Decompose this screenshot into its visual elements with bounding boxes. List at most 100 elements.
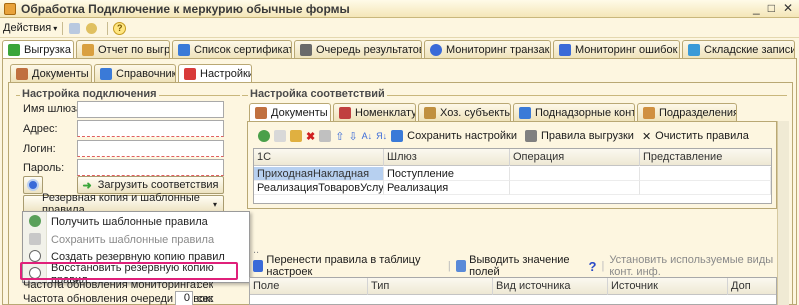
minimize-button[interactable]: _ (753, 1, 760, 15)
toolbar-user-icon[interactable] (85, 22, 98, 35)
sort-desc-icon[interactable]: Я↓ (376, 131, 387, 141)
nomenclature-icon (339, 106, 351, 119)
supervised-icon (519, 106, 531, 119)
queue-icon (300, 43, 312, 56)
arrow-right-icon: ➜ (82, 179, 92, 192)
upload-rules-icon (524, 130, 537, 142)
documents-icon (255, 107, 267, 119)
delete-icon[interactable]: ✖ (306, 130, 315, 143)
column-header-gateway[interactable]: Шлюз (384, 149, 510, 166)
window-title: Обработка Подключение к меркурию обычные… (21, 1, 350, 16)
show-fields-button[interactable]: Выводить значение полей (469, 254, 585, 278)
tab-upload-report[interactable]: Отчет по выгрузке (76, 40, 170, 58)
tab-settings[interactable]: Настройки (178, 64, 252, 83)
tab-certificates[interactable]: Список сертификатов... (172, 40, 292, 58)
get-template-icon (29, 215, 41, 227)
close-button[interactable]: ✕ (783, 1, 793, 15)
column-header-1c[interactable]: 1С (254, 149, 384, 166)
column-header-type[interactable]: Тип (368, 278, 493, 295)
move-up-icon[interactable]: ⇧ (335, 130, 344, 143)
warehouse-icon (688, 43, 700, 56)
edit-icon[interactable] (290, 130, 302, 142)
toolbar-separator: | (601, 260, 605, 272)
tab-mapping-entities[interactable]: Хоз. субъекты (418, 103, 511, 121)
gateway-label: Имя шлюза: (23, 103, 86, 115)
splitter-dots: .. (253, 244, 260, 256)
password-label: Пароль: (23, 162, 65, 174)
mapping-group-title: Настройка соответствий (248, 88, 387, 100)
move-rules-button[interactable]: Перенести правила в таблицу настроек (266, 254, 442, 278)
move-rules-icon (253, 260, 264, 272)
mark-icon[interactable] (319, 130, 332, 142)
queue-unit-label: сек (197, 293, 214, 305)
upload-icon (8, 44, 20, 56)
refresh-button[interactable] (23, 176, 43, 194)
address-label: Адрес: (23, 123, 58, 135)
set-types-button[interactable]: Установить используемые виды конт. инф. (609, 254, 799, 278)
upload-rules-button[interactable]: Правила выгрузки (541, 130, 634, 142)
save-settings-button[interactable]: Сохранить настройки (407, 130, 517, 142)
tab-error-monitor[interactable]: Мониторинг ошибок (553, 40, 680, 58)
save-template-icon (29, 233, 41, 245)
tab-references[interactable]: Справочники (94, 64, 176, 82)
departments-icon (643, 106, 655, 119)
clear-rules-button[interactable]: Очистить правила (655, 130, 749, 142)
report-icon (82, 43, 94, 56)
toolbar-separator (107, 21, 109, 35)
refresh-icon (27, 179, 39, 191)
monitoring-refresh-label: Частота обновления мониторинга: (23, 280, 200, 290)
tab-transaction-monitor[interactable]: Мониторинг транзак... (424, 40, 551, 58)
column-header-source-kind[interactable]: Вид источника (493, 278, 608, 295)
help-question-icon[interactable]: ? (589, 259, 597, 274)
column-header-operation[interactable]: Операция (510, 149, 640, 166)
sub-tabs: Документы Справочники Настройки (10, 64, 252, 83)
connection-group-title: Настройка подключения (20, 88, 159, 100)
tab-results-queue[interactable]: Очередь результатов... (294, 40, 422, 58)
monitoring-unit-label: сек (197, 280, 214, 290)
tab-mapping-departments[interactable]: Подразделения (637, 103, 737, 121)
toolbar-separator: | (447, 260, 451, 272)
save-settings-icon (391, 130, 404, 142)
settings-icon (184, 68, 196, 80)
column-header-field[interactable]: Поле (250, 278, 368, 295)
chevron-down-icon: ▾ (53, 23, 58, 33)
login-input[interactable] (77, 140, 224, 157)
help-icon[interactable]: ? (113, 21, 127, 35)
move-down-icon[interactable]: ⇩ (348, 130, 357, 143)
add-icon[interactable] (258, 130, 270, 142)
tab-mapping-nomenclature[interactable]: Номенклатура (333, 103, 416, 121)
queue-refresh-input[interactable]: 0 (175, 291, 193, 305)
tab-mapping-documents[interactable]: Документы (249, 103, 331, 122)
menu-item-save-template-rules[interactable]: Сохранить шаблонные правила (23, 231, 249, 248)
mapping-table: 1С Шлюз Операция Представление Приходная… (253, 148, 772, 204)
copy-icon[interactable] (274, 130, 286, 142)
column-header-representation[interactable]: Представление (640, 149, 771, 166)
tab-upload[interactable]: Выгрузка (2, 40, 74, 59)
address-input[interactable] (77, 120, 224, 137)
mapping-table-header: 1С Шлюз Операция Представление (254, 149, 771, 166)
table-row[interactable]: ПриходнаяНакладная Поступление (254, 167, 771, 181)
maximize-button[interactable]: □ (768, 1, 775, 15)
mapping-toolbar: ✖ ⇧ ⇩ A↓ Я↓ Сохранить настройки Правила … (258, 128, 749, 144)
show-fields-icon (455, 260, 467, 272)
documents-icon (16, 67, 28, 80)
column-header-source[interactable]: Источник (608, 278, 728, 295)
table-row[interactable]: РеализацияТоваровУслуг Реализация (254, 181, 771, 195)
password-input[interactable] (77, 159, 224, 176)
vertical-scrollbar[interactable] (777, 121, 789, 305)
references-icon (100, 67, 112, 80)
toolbar-grid-icon[interactable] (68, 22, 81, 35)
app-icon (4, 2, 16, 15)
error-monitor-icon (559, 43, 571, 56)
actions-menu[interactable]: Действия ▾ (3, 22, 57, 34)
sort-asc-icon[interactable]: A↓ (362, 131, 373, 141)
chevron-down-icon: ▾ (212, 199, 217, 209)
tab-mapping-supervised[interactable]: Поднадзорные контр. (513, 103, 635, 121)
tab-warehouse-records[interactable]: Складские записи (682, 40, 795, 58)
tab-documents[interactable]: Документы (10, 64, 92, 82)
column-header-extra[interactable]: Доп (728, 278, 776, 295)
toolbar-separator (62, 21, 64, 35)
transaction-icon (430, 43, 442, 56)
gateway-input[interactable] (77, 101, 224, 118)
menu-item-get-template-rules[interactable]: Получить шаблонные правила (23, 213, 249, 230)
